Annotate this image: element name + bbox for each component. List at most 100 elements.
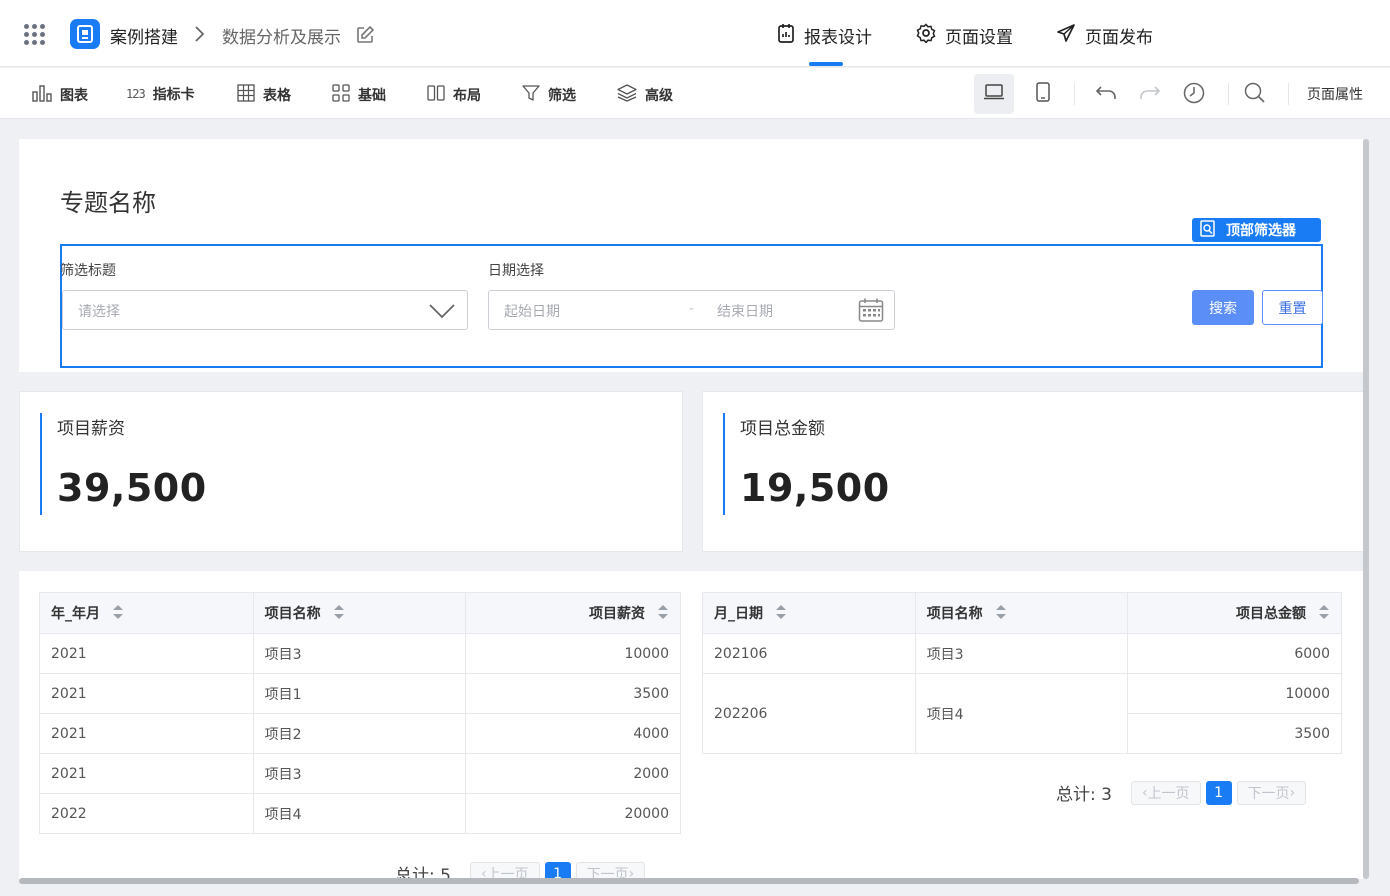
pagination-total: 总计: 5: [395, 866, 451, 879]
column-header[interactable]: 项目名称: [252, 592, 467, 634]
next-page-label: 下一页: [1247, 785, 1290, 802]
filter-select[interactable]: 请选择: [62, 290, 468, 330]
column-header-label: 项目名称: [926, 605, 983, 622]
table-cell: 项目1: [252, 673, 467, 714]
sort-icon[interactable]: [112, 604, 124, 624]
column-header[interactable]: 项目总金额: [1127, 592, 1342, 634]
date-range-picker[interactable]: 起始日期 - 结束日期: [488, 290, 895, 330]
metric-card[interactable]: 项目总金额 19,500: [702, 391, 1363, 552]
card-accent-bar: [723, 413, 725, 515]
top-bar: 案例搭建 数据分析及展示 报表设计 页面设置 页面发布: [0, 0, 1390, 67]
table-cell: 3500: [1127, 713, 1342, 754]
column-header-label: 年_年月: [51, 605, 100, 622]
search-button[interactable]: 搜索: [1192, 290, 1254, 325]
undo-icon[interactable]: [1095, 82, 1117, 106]
topic-header-section[interactable]: 专题名称 顶部筛选器 筛选标题 请选择 日期选择 起始日期 - 结束日期 搜索 …: [19, 139, 1363, 372]
grid-icon: [332, 84, 350, 106]
component-toolbar: 图表 123 指标卡 表格 基础 布局 筛选 高级 页面属性: [0, 68, 1390, 119]
vertical-scrollbar[interactable]: [1363, 139, 1369, 879]
tables-section: 年_年月 项目名称 项目薪资 2021 项目3 10000 2021 项目1 3500 …: [19, 571, 1363, 879]
column-header[interactable]: 项目名称: [914, 592, 1129, 634]
toolbar-divider: [1074, 83, 1075, 105]
horizontal-scrollbar[interactable]: [19, 878, 1359, 884]
search-icon[interactable]: [1244, 82, 1266, 108]
apps-grid-icon[interactable]: [24, 24, 46, 46]
pagination: 总计: 3 ‹ 上一页 1 下一页 ›: [1056, 780, 1307, 805]
table-cell: 6000: [1127, 633, 1342, 674]
table-header-row: 年_年月 项目名称 项目薪资: [39, 592, 681, 634]
column-header[interactable]: 月_日期: [702, 592, 916, 634]
tool-layout[interactable]: 布局: [427, 84, 481, 106]
next-page-button[interactable]: 下一页 ›: [575, 861, 646, 879]
sort-icon[interactable]: [775, 604, 787, 624]
reset-button[interactable]: 重置: [1262, 290, 1323, 325]
prev-page-label: 上一页: [486, 866, 529, 880]
table-row: 2021 项目1 3500: [39, 673, 681, 714]
metric-card[interactable]: 项目薪资 39,500: [19, 391, 683, 552]
column-header[interactable]: 项目薪资: [465, 592, 681, 634]
report-icon: [777, 23, 795, 48]
table-cell: 10000: [465, 633, 681, 674]
tool-basic-label: 基础: [358, 88, 386, 104]
tool-metric-card[interactable]: 123 指标卡: [126, 84, 195, 104]
page-properties-button[interactable]: 页面属性: [1307, 84, 1363, 104]
select-placeholder: 请选择: [78, 304, 120, 320]
breadcrumb-app[interactable]: 案例搭建: [110, 23, 178, 48]
prev-page-button[interactable]: ‹ 上一页: [469, 861, 540, 880]
table-cell: 项目2: [252, 713, 467, 754]
current-page-button[interactable]: 1: [1205, 780, 1232, 805]
top-filter-badge[interactable]: 顶部筛选器: [1192, 218, 1321, 242]
tab-report-design[interactable]: 报表设计: [777, 23, 872, 66]
desktop-view-button[interactable]: [974, 74, 1014, 114]
column-header-label: 项目名称: [264, 605, 321, 622]
breadcrumb-page: 数据分析及展示: [222, 28, 341, 48]
table-cell: 2021: [39, 713, 254, 754]
tool-filter[interactable]: 筛选: [522, 84, 576, 106]
tool-advanced[interactable]: 高级: [617, 84, 673, 106]
table-header-row: 月_日期 项目名称 项目总金额: [702, 592, 1342, 634]
sort-icon[interactable]: [657, 604, 669, 624]
start-date-input[interactable]: 起始日期: [504, 301, 560, 321]
calendar-icon: [858, 297, 884, 327]
table-cell: 2021: [39, 673, 254, 714]
column-header[interactable]: 年_年月: [39, 592, 254, 634]
history-clock-icon[interactable]: [1183, 82, 1205, 108]
top-filter-container[interactable]: 筛选标题 请选择 日期选择 起始日期 - 结束日期 搜索 重置: [60, 244, 1323, 368]
redo-icon[interactable]: [1139, 82, 1161, 106]
tool-table[interactable]: 表格: [237, 84, 291, 106]
tab-page-publish-label: 页面发布: [1085, 28, 1153, 48]
sort-icon[interactable]: [995, 604, 1007, 624]
table-row: 202206 项目4 10000: [702, 673, 1342, 754]
tab-page-settings[interactable]: 页面设置: [916, 23, 1013, 48]
mobile-icon: [1036, 82, 1050, 106]
column-header-label: 项目总金额: [1236, 605, 1306, 622]
next-page-button[interactable]: 下一页 ›: [1236, 780, 1307, 805]
card-accent-bar: [40, 413, 42, 515]
table-icon: [237, 84, 255, 106]
pagination: 总计: 5 ‹ 上一页 1 下一页 ›: [395, 861, 646, 880]
bar-chart-icon: [32, 84, 52, 106]
end-date-input[interactable]: 结束日期: [717, 301, 773, 321]
sort-icon[interactable]: [333, 604, 345, 624]
app-logo-icon: [70, 19, 100, 49]
metric-card-label: 项目薪资: [57, 419, 125, 439]
gear-icon: [916, 23, 936, 48]
filter-icon: [522, 84, 540, 106]
prev-page-button[interactable]: ‹ 上一页: [1130, 780, 1201, 805]
table-row: 2021 项目3 2000: [39, 753, 681, 794]
mobile-view-button[interactable]: [1023, 74, 1063, 114]
tool-basic[interactable]: 基础: [332, 84, 386, 106]
edit-icon[interactable]: [355, 25, 375, 49]
tool-chart[interactable]: 图表: [32, 84, 88, 106]
sort-icon[interactable]: [1318, 604, 1330, 624]
salary-table[interactable]: 年_年月 项目名称 项目薪资 2021 项目3 10000 2021 项目1 3500 …: [39, 592, 681, 834]
table-cell: 2000: [465, 753, 681, 794]
current-page-button[interactable]: 1: [544, 861, 571, 879]
date-separator: -: [689, 301, 695, 317]
chevron-down-icon: [429, 303, 455, 323]
toolbar-divider: [1228, 83, 1229, 105]
tab-page-publish[interactable]: 页面发布: [1056, 23, 1153, 48]
date-filter-label: 日期选择: [488, 263, 544, 279]
topic-title[interactable]: 专题名称: [60, 183, 156, 218]
amount-table[interactable]: 月_日期 项目名称 项目总金额 202106 项目3 6000 202206 项目4 1…: [702, 592, 1342, 754]
